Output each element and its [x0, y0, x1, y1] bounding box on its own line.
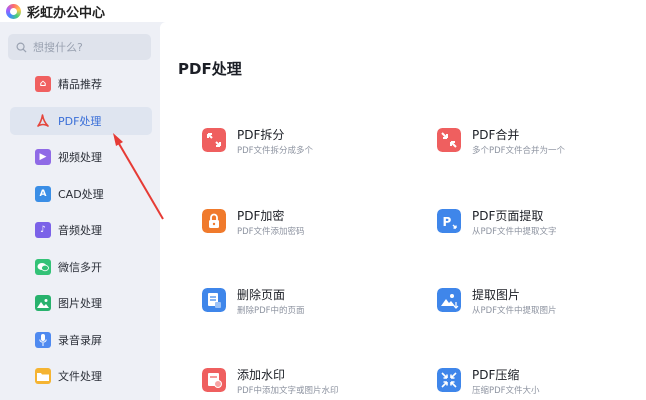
- sidebar-item-wechat[interactable]: 微信多开: [10, 253, 152, 281]
- tool-desc: PDF文件添加密码: [237, 227, 305, 237]
- tool-delete-page[interactable]: 删除页面 删除PDF中的页面: [202, 286, 402, 326]
- tool-desc: 删除PDF中的页面: [237, 306, 305, 316]
- folder-icon: [35, 368, 51, 384]
- tool-name: PDF合并: [472, 128, 520, 142]
- sidebar-item-label: 精品推荐: [58, 78, 102, 91]
- sidebar-item-label: 录音录屏: [58, 333, 102, 347]
- rainbow-logo-icon: [6, 3, 21, 19]
- tool-name: PDF压缩: [472, 368, 520, 382]
- pdf-icon: [35, 113, 51, 129]
- tool-pdf-compress[interactable]: PDF压缩 压缩PDF文件大小: [437, 366, 637, 400]
- tool-pdf-split[interactable]: PDF拆分 PDF文件拆分成多个: [202, 126, 402, 166]
- page-extract-icon: P: [437, 209, 461, 233]
- sidebar-item-recommend[interactable]: ⌂ 精品推荐: [10, 70, 152, 98]
- home-icon: ⌂: [35, 76, 51, 92]
- app-title: 彩虹办公中心: [27, 5, 106, 21]
- cad-icon: A: [35, 185, 51, 202]
- sidebar: 想搜什么? ⌂ 精品推荐 PDF处理 ▶ 视频处理 A CAD处理 ♪ 音频处理: [0, 22, 160, 400]
- image-icon: [35, 295, 51, 311]
- mic-icon: [35, 331, 51, 348]
- watermark-icon: [202, 368, 226, 392]
- tool-name: 提取图片: [472, 288, 521, 302]
- sidebar-item-label: 音频处理: [58, 224, 102, 237]
- tool-name: PDF拆分: [237, 128, 285, 142]
- merge-icon: [437, 128, 461, 152]
- tool-desc: PDF中添加文字或图片水印: [237, 386, 339, 396]
- sidebar-item-pdf[interactable]: PDF处理: [10, 106, 152, 135]
- tool-add-watermark[interactable]: 添加水印 PDF中添加文字或图片水印: [202, 366, 402, 400]
- tool-desc: 从PDF文件中提取图片: [472, 306, 557, 316]
- wechat-icon: [35, 258, 51, 275]
- tool-desc: 多个PDF文件合并为一个: [472, 146, 566, 156]
- sidebar-item-label: 文件处理: [58, 370, 102, 383]
- tool-desc: 压缩PDF文件大小: [472, 386, 540, 396]
- tool-name: PDF页面提取: [472, 209, 544, 223]
- video-icon: ▶: [35, 149, 51, 165]
- sidebar-nav: ⌂ 精品推荐 PDF处理 ▶ 视频处理 A CAD处理 ♪ 音频处理 微信多开 …: [10, 70, 152, 399]
- split-icon: [202, 128, 226, 152]
- tool-name: 添加水印: [237, 368, 286, 382]
- main-panel: PDF处理 PDF拆分 PDF文件拆分成多个 PDF合并 多个PDF文件合并为一…: [160, 22, 646, 400]
- search-input[interactable]: 想搜什么?: [8, 34, 151, 60]
- sidebar-item-video[interactable]: ▶ 视频处理: [10, 143, 152, 171]
- audio-icon: ♪: [35, 222, 51, 238]
- sidebar-item-label: 图片处理: [58, 297, 102, 310]
- sidebar-item-label: 微信多开: [58, 260, 102, 274]
- tool-desc: 从PDF文件中提取文字: [472, 227, 557, 237]
- delete-page-icon: [202, 288, 226, 312]
- lock-icon: [202, 209, 226, 233]
- sidebar-item-audio[interactable]: ♪ 音频处理: [10, 216, 152, 244]
- sidebar-item-image[interactable]: 图片处理: [10, 289, 152, 317]
- sidebar-item-label: PDF处理: [58, 114, 102, 128]
- sidebar-item-files[interactable]: 文件处理: [10, 362, 152, 390]
- page-title: PDF处理: [178, 60, 242, 78]
- tool-name: 删除页面: [237, 288, 286, 302]
- tool-desc: PDF文件拆分成多个: [237, 146, 314, 156]
- sidebar-item-label: CAD处理: [58, 187, 104, 201]
- compress-icon: [437, 368, 461, 392]
- image-extract-icon: [437, 288, 461, 312]
- svg-text:P: P: [443, 215, 452, 229]
- sidebar-item-label: 视频处理: [58, 151, 102, 164]
- title-bar: 彩虹办公中心: [0, 0, 646, 22]
- tool-name: PDF加密: [237, 209, 285, 223]
- search-icon: [16, 42, 27, 53]
- sidebar-item-cad[interactable]: A CAD处理: [10, 180, 152, 208]
- search-placeholder: 想搜什么?: [33, 41, 83, 54]
- sidebar-item-recording[interactable]: 录音录屏: [10, 326, 152, 354]
- tool-pdf-encrypt[interactable]: PDF加密 PDF文件添加密码: [202, 207, 402, 247]
- tool-extract-image[interactable]: 提取图片 从PDF文件中提取图片: [437, 286, 637, 326]
- tool-pdf-merge[interactable]: PDF合并 多个PDF文件合并为一个: [437, 126, 637, 166]
- tool-pdf-page-extract[interactable]: P PDF页面提取 从PDF文件中提取文字: [437, 207, 637, 247]
